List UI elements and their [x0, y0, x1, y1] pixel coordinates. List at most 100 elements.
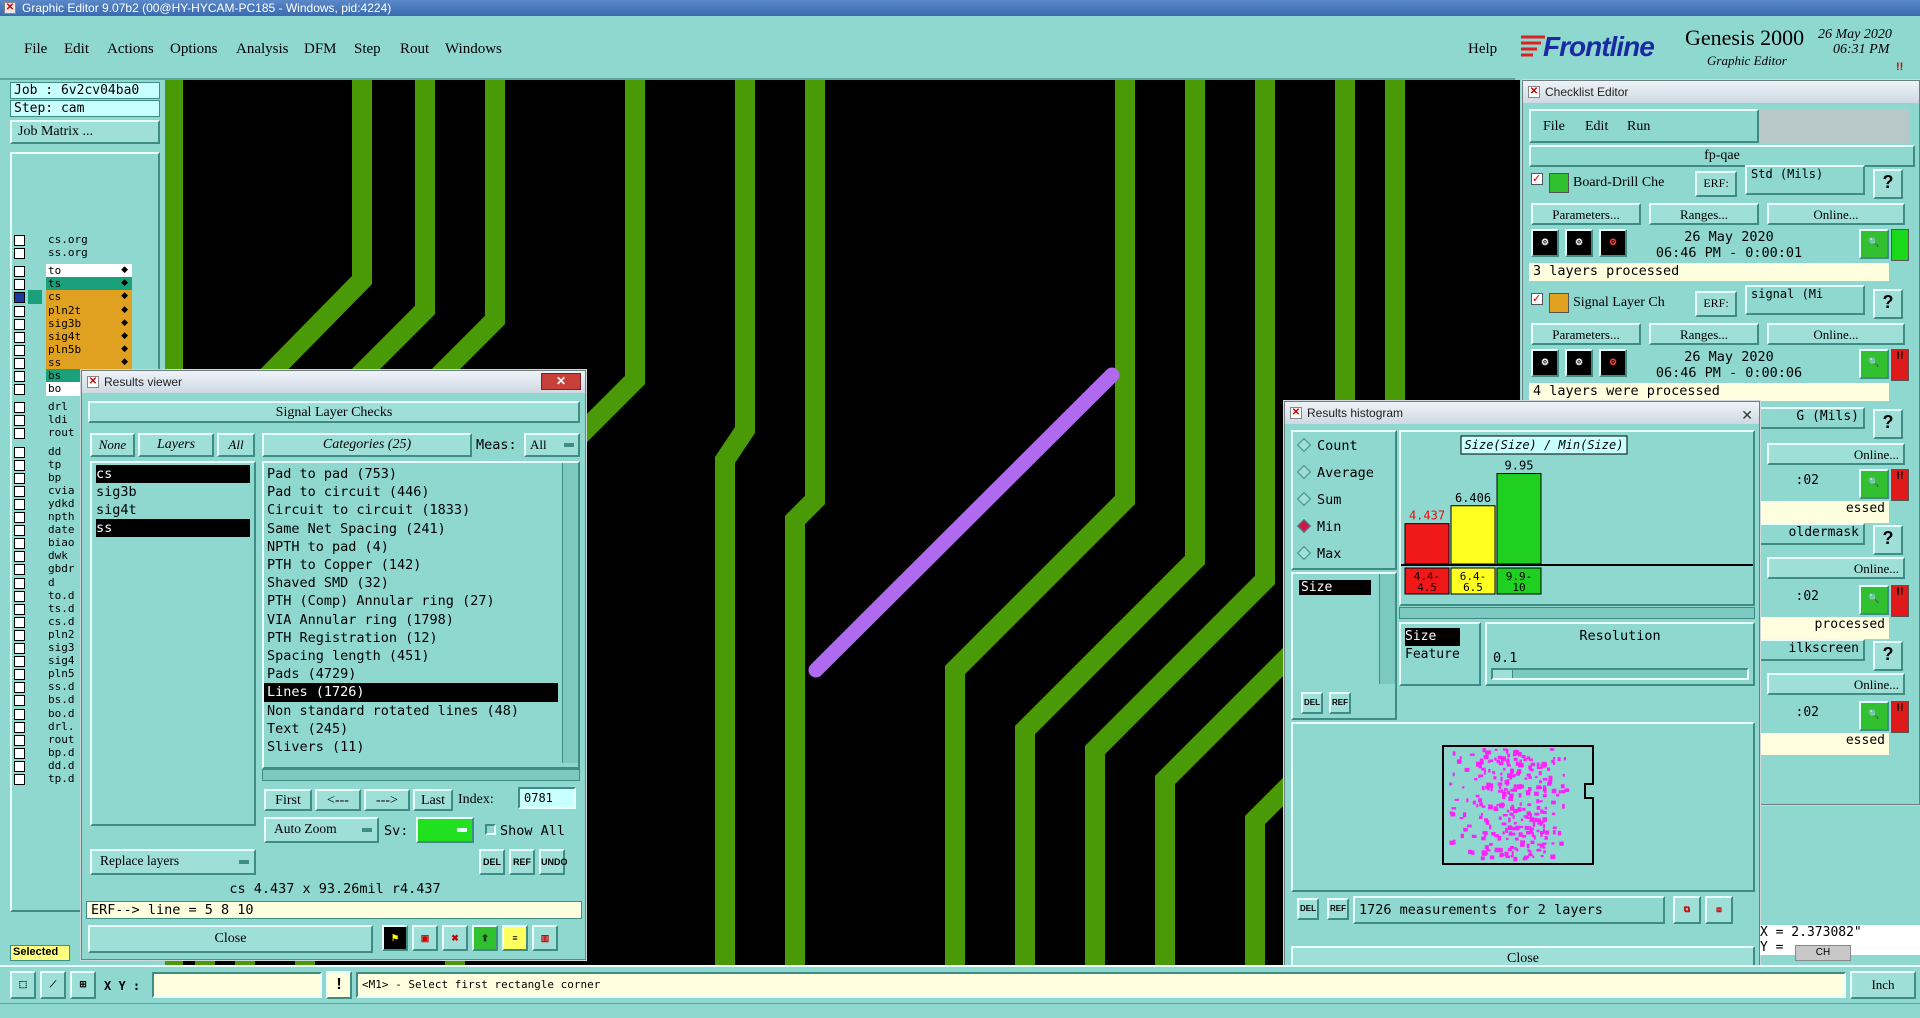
category-item[interactable]: Spacing length (451) [264, 647, 558, 665]
help-icon[interactable]: ? [1873, 169, 1903, 199]
layer-checkbox[interactable] [14, 734, 25, 746]
none-button[interactable]: None [90, 433, 135, 457]
menu-analysis[interactable]: Analysis [236, 41, 289, 58]
check-enabled-checkbox[interactable]: ✓ [1531, 173, 1543, 185]
auto-zoom-dropdown[interactable]: Auto Zoom [264, 817, 379, 843]
layer-checkbox[interactable] [14, 472, 25, 484]
menu-run[interactable]: Run [1627, 119, 1650, 135]
layer-checkbox[interactable] [14, 695, 25, 707]
cross-icon[interactable]: ✖ [442, 925, 468, 951]
select-tool-icon[interactable]: ⬚ [10, 971, 36, 999]
parameters-button[interactable]: Parameters... [1531, 203, 1641, 225]
layer-name[interactable]: sig3b [46, 316, 132, 331]
layer-checkbox[interactable] [14, 266, 25, 278]
mode-average[interactable]: Average [1296, 464, 1374, 481]
run-all-icon[interactable]: ⚙ [1565, 349, 1593, 377]
replace-layers-dropdown[interactable]: Replace layers [90, 849, 256, 875]
zoom-map-icon[interactable]: ⧉ [1673, 896, 1701, 924]
layer-checkbox[interactable] [14, 590, 25, 602]
field-list[interactable]: Size DEL REF [1291, 572, 1397, 720]
ref-icon[interactable]: REF [509, 849, 535, 875]
layer-checkbox[interactable] [14, 643, 25, 654]
warning-icon[interactable]: ! [326, 971, 352, 999]
layer-checkbox[interactable] [14, 305, 25, 317]
field2-item-size[interactable]: Size [1405, 628, 1460, 646]
layer-name[interactable]: to [46, 264, 132, 279]
report-icon[interactable]: ≡ [502, 925, 528, 951]
categories-hscrollbar[interactable] [262, 769, 580, 781]
parameters-button[interactable]: Parameters... [1531, 323, 1641, 345]
mode-sum[interactable]: Sum [1296, 491, 1341, 508]
category-item[interactable]: Slivers (11) [264, 738, 558, 756]
layer-name[interactable]: pln5b [46, 342, 132, 357]
zoom-icon[interactable]: 🔍 [1859, 585, 1889, 615]
category-item[interactable]: Non standard rotated lines (48) [264, 702, 558, 720]
del-icon[interactable]: DEL [1297, 898, 1319, 920]
category-item[interactable]: Lines (1726) [264, 683, 558, 702]
layer-item-sig3b[interactable]: sig3b [96, 483, 250, 501]
layer-checkbox[interactable] [14, 344, 25, 356]
index-input[interactable]: 0781 [518, 787, 576, 809]
category-item[interactable]: Circuit to circuit (1833) [264, 501, 558, 519]
layer-checkbox[interactable] [14, 760, 25, 772]
categories-scrollbar[interactable] [562, 463, 578, 763]
histogram-icon[interactable]: ▥ [532, 925, 558, 951]
online-button[interactable]: Online... [1767, 203, 1905, 225]
layer-checkbox[interactable] [14, 357, 25, 369]
menu-file[interactable]: File [1543, 119, 1565, 135]
online-button[interactable]: Online... [1767, 323, 1905, 345]
close-icon[interactable]: ✕ [541, 373, 581, 390]
categories-listbox[interactable]: Pad to pad (753) Pad to circuit (446) Circ… [262, 461, 580, 769]
menu-edit[interactable]: Edit [64, 41, 89, 58]
grid-tool-icon[interactable]: ⊞ [70, 971, 96, 999]
layer-checkbox[interactable] [14, 318, 25, 330]
field-list-scrollbar[interactable] [1379, 574, 1395, 684]
layer-checkbox[interactable] [14, 538, 25, 550]
mode-min[interactable]: Min [1296, 518, 1341, 535]
xy-input[interactable] [152, 972, 322, 998]
layer-checkbox[interactable] [14, 669, 25, 681]
menu-windows[interactable]: Windows [445, 41, 502, 58]
layer-checkbox[interactable] [14, 774, 25, 785]
del-icon[interactable]: DEL [479, 849, 505, 875]
measure-tool-icon[interactable]: ⟋ [40, 971, 66, 999]
categories-button[interactable]: Categories (25) [262, 433, 472, 457]
layer-checkbox[interactable] [14, 248, 25, 260]
layer-checkbox[interactable] [14, 371, 25, 382]
category-item[interactable]: PTH to Copper (142) [264, 556, 558, 574]
layer-checkbox[interactable] [14, 603, 25, 615]
zoom-icon[interactable]: 🔍 [1859, 701, 1889, 731]
layer-checkbox[interactable] [14, 682, 25, 694]
help-icon[interactable]: ? [1873, 289, 1903, 319]
category-item[interactable]: PTH (Comp) Annular ring (27) [264, 592, 558, 610]
close-button[interactable]: Close [88, 925, 373, 953]
last-button[interactable]: Last [413, 789, 453, 811]
run-icon[interactable]: ⚙ [1531, 349, 1559, 377]
layer-checkbox[interactable] [14, 279, 25, 291]
zoom-icon[interactable]: 🔍 [1859, 229, 1889, 259]
erf-button[interactable]: ERF: [1695, 291, 1737, 317]
erf-value[interactable]: signal (Mi [1745, 285, 1865, 315]
layer-checkbox[interactable] [14, 331, 25, 343]
layer-item-ss[interactable]: ss [96, 519, 250, 537]
menu-edit[interactable]: Edit [1585, 119, 1608, 135]
help-icon[interactable]: ? [1873, 409, 1903, 439]
layer-name[interactable]: cs.org [46, 233, 132, 247]
export-map-icon[interactable]: ⧈ [1705, 896, 1733, 924]
ranges-button[interactable]: Ranges... [1649, 203, 1759, 225]
ime-indicator[interactable]: CH [1795, 945, 1851, 961]
category-item[interactable]: NPTH to pad (4) [264, 538, 558, 556]
next-button[interactable]: ---> [364, 789, 410, 811]
show-all-checkbox[interactable] [485, 824, 496, 835]
layer-checkbox[interactable] [14, 721, 25, 733]
layer-item-cs[interactable]: cs [96, 465, 250, 483]
category-item[interactable]: PTH Registration (12) [264, 629, 558, 647]
units-button[interactable]: Inch [1850, 971, 1916, 999]
sv-color-dropdown[interactable] [416, 817, 474, 843]
radio-icon[interactable] [1296, 437, 1312, 453]
job-matrix-button[interactable]: Job Matrix ... [10, 120, 160, 144]
export-icon[interactable]: ⇪ [472, 925, 498, 951]
category-item[interactable]: Same Net Spacing (241) [264, 520, 558, 538]
layer-checkbox[interactable] [14, 446, 25, 458]
help-icon[interactable]: ? [1873, 525, 1903, 555]
